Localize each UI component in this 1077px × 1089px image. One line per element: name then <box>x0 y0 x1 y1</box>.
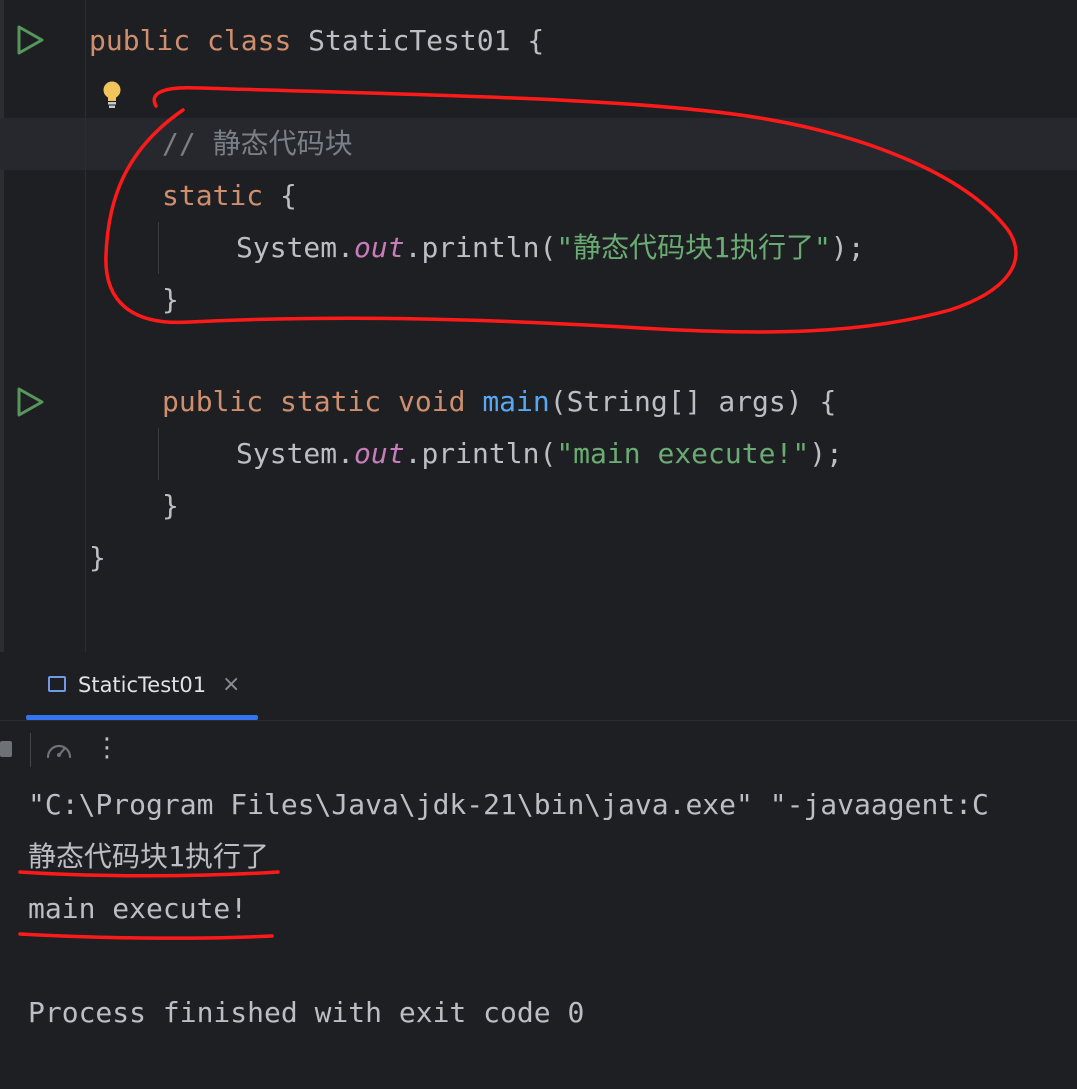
run-icon[interactable] <box>14 386 46 418</box>
code-token: .println( <box>404 231 557 264</box>
tab-active-indicator <box>26 715 258 720</box>
keyword: static <box>162 179 264 212</box>
keyword: public <box>162 385 264 418</box>
code-line-main-close[interactable]: } <box>162 480 179 532</box>
indent-guide <box>158 428 159 480</box>
lightbulb-icon[interactable] <box>100 80 124 110</box>
run-tool-window: StaticTest01 × ⋮ "C:\Program Files\Java\… <box>0 652 1077 1089</box>
code-token: (String[] args) { <box>549 385 837 418</box>
code-token: ); <box>830 231 865 264</box>
code-line-static-print[interactable]: System.out.println("静态代码块1执行了"); <box>236 222 865 274</box>
run-tab-bar: StaticTest01 × <box>0 652 1077 721</box>
class-name: StaticTest01 <box>308 24 511 57</box>
code-line-static-close[interactable]: } <box>162 274 179 326</box>
code-token: ); <box>809 437 843 470</box>
code-token: System. <box>236 437 355 470</box>
console-line: "C:\Program Files\Java\jdk-21\bin\java.e… <box>28 788 989 821</box>
console-icon <box>48 676 66 692</box>
code-line-main-decl[interactable]: public static void main(String[] args) { <box>162 376 836 428</box>
code-token: System. <box>236 231 355 264</box>
gutter <box>0 0 4 652</box>
toolbar-separator <box>30 733 31 767</box>
keyword: public <box>89 24 191 57</box>
keyword: void <box>398 385 466 418</box>
brace: { <box>527 24 545 57</box>
method-name: main <box>482 385 550 418</box>
code-editor[interactable]: public class StaticTest01 { // 静态代码块 sta… <box>0 0 1077 652</box>
keyword: static <box>280 385 382 418</box>
indent-guide <box>158 222 159 274</box>
code-token: .println( <box>404 437 557 470</box>
code-line-class-close[interactable]: } <box>89 532 106 584</box>
tab-statictest01[interactable]: StaticTest01 × <box>26 652 258 720</box>
code-line-main-print[interactable]: System.out.println("main execute!"); <box>236 428 843 480</box>
close-icon[interactable]: × <box>222 670 240 700</box>
console-line: main execute! <box>28 892 248 925</box>
code-line-static[interactable]: static { <box>162 170 297 222</box>
static-field: out <box>354 437 405 470</box>
console-line: 静态代码块1执行了 <box>28 840 269 873</box>
profiler-gauge-icon[interactable] <box>44 735 74 765</box>
tab-label: StaticTest01 <box>78 673 207 697</box>
string-literal: "静态代码块1执行了" <box>556 231 831 264</box>
run-icon[interactable] <box>14 24 46 56</box>
console-line: Process finished with exit code 0 <box>28 996 585 1029</box>
string-literal: "main execute!" <box>556 437 810 470</box>
more-options-icon[interactable]: ⋮ <box>94 733 120 765</box>
stop-icon[interactable] <box>0 741 12 757</box>
code-line-class-decl[interactable]: public class StaticTest01 { <box>89 15 544 67</box>
run-toolbar: ⋮ <box>0 721 1077 777</box>
brace: { <box>280 179 297 212</box>
gutter-divider <box>85 0 86 652</box>
code-line-comment[interactable]: // 静态代码块 <box>162 118 353 170</box>
static-field: out <box>354 231 405 264</box>
keyword: class <box>207 24 292 57</box>
